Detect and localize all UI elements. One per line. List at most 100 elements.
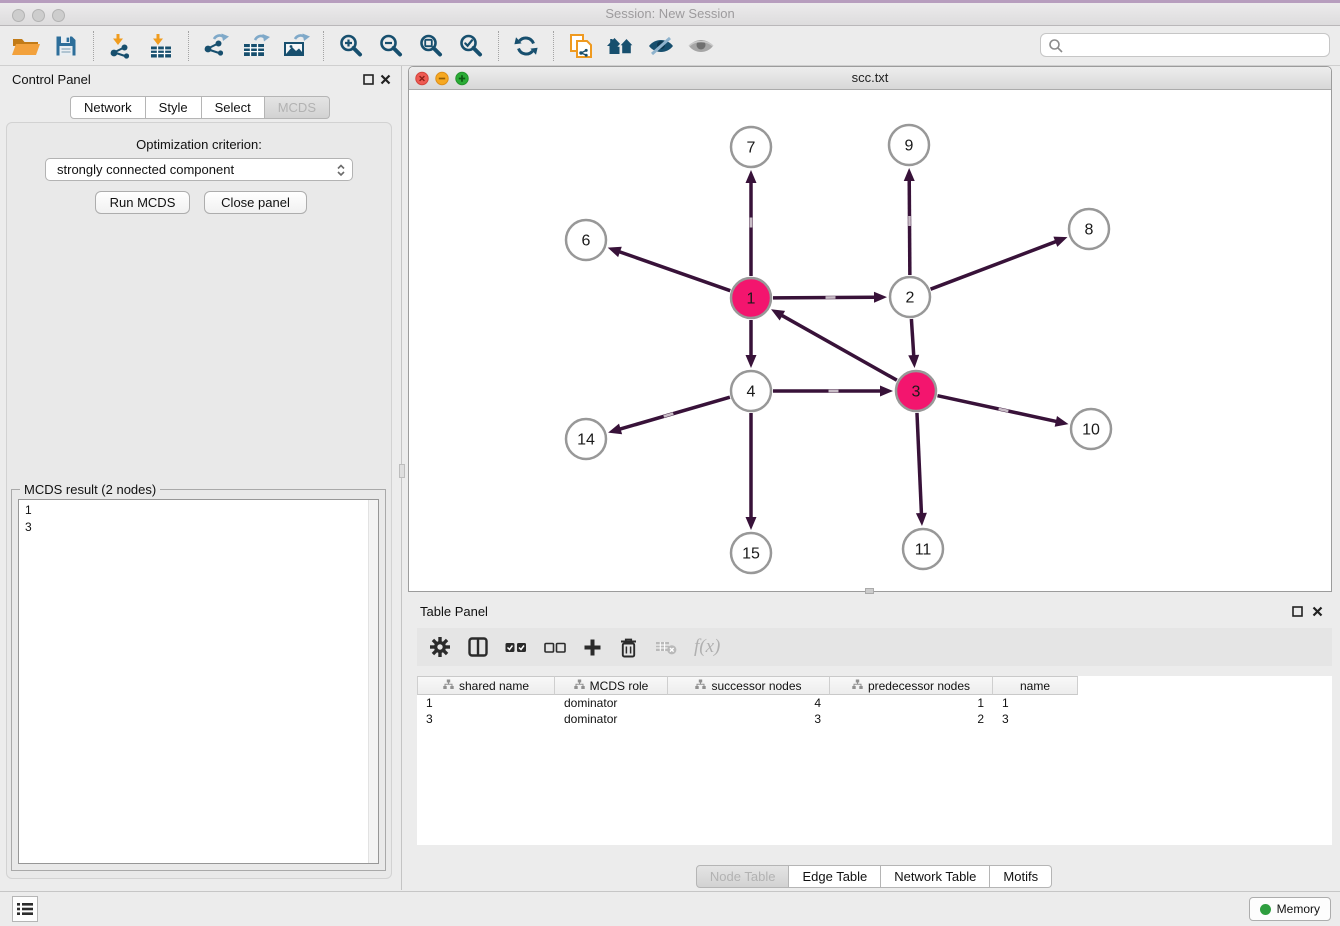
- graph-edge-3-11[interactable]: [916, 413, 927, 526]
- criterion-dropdown[interactable]: strongly connected component: [45, 158, 353, 181]
- graph-edge-2-8[interactable]: [931, 237, 1068, 290]
- table-cell[interactable]: 3: [417, 711, 555, 727]
- node-label: 4: [747, 384, 756, 401]
- zoom-fit-button[interactable]: [414, 29, 448, 63]
- table-cell[interactable]: dominator: [555, 695, 668, 711]
- graph-edge-4-3[interactable]: [773, 386, 893, 397]
- column-label: MCDS role: [590, 679, 649, 693]
- tab-network-table[interactable]: Network Table: [881, 865, 990, 888]
- add-column-button[interactable]: [583, 638, 602, 657]
- network-window-titlebar[interactable]: scc.txt: [409, 67, 1331, 90]
- column-label: predecessor nodes: [868, 679, 970, 693]
- graph-node-7[interactable]: 7: [731, 127, 771, 167]
- column-header-predecessor-nodes[interactable]: predecessor nodes: [830, 676, 993, 695]
- deselect-all-button[interactable]: [544, 641, 566, 654]
- houses-icon: [606, 34, 636, 58]
- canvas-resize-handle[interactable]: [865, 588, 874, 594]
- tab-edge-table[interactable]: Edge Table: [789, 865, 881, 888]
- graph-node-9[interactable]: 9: [889, 125, 929, 165]
- zoom-selected-button[interactable]: [454, 29, 488, 63]
- copy-document-button[interactable]: [564, 29, 598, 63]
- delete-column-button[interactable]: [619, 637, 638, 658]
- open-session-button[interactable]: [9, 29, 43, 63]
- refresh-button[interactable]: [509, 29, 543, 63]
- float-table-panel-button[interactable]: [1291, 605, 1304, 618]
- home-networks-button[interactable]: [604, 29, 638, 63]
- graph-node-8[interactable]: 8: [1069, 209, 1109, 249]
- show-all-button[interactable]: [684, 29, 718, 63]
- graph-node-2[interactable]: 2: [890, 277, 930, 317]
- column-header-successor-nodes[interactable]: successor nodes: [668, 676, 830, 695]
- graph-edge-3-1[interactable]: [771, 309, 897, 380]
- column-type-icon: [852, 679, 863, 690]
- table-row[interactable]: 1dominator411: [417, 695, 1332, 711]
- close-panel-button[interactable]: [379, 73, 392, 86]
- vertical-splitter-handle[interactable]: [399, 464, 405, 478]
- tab-node-table[interactable]: Node Table: [696, 865, 790, 888]
- table-cell[interactable]: 3: [668, 711, 830, 727]
- import-network-button[interactable]: [104, 29, 138, 63]
- column-header-mcds-role[interactable]: MCDS role: [555, 676, 668, 695]
- graph-edge-2-9[interactable]: [904, 168, 915, 275]
- graph-edge-4-14[interactable]: [608, 397, 730, 434]
- node-label: 3: [912, 384, 921, 401]
- graph-edge-2-3[interactable]: [908, 319, 919, 368]
- graph-edge-1-6[interactable]: [608, 247, 731, 291]
- tab-style[interactable]: Style: [146, 96, 202, 119]
- result-scrollbar[interactable]: [368, 500, 378, 863]
- tab-network[interactable]: Network: [70, 96, 146, 119]
- graph-edge-4-15[interactable]: [746, 413, 757, 530]
- tab-mcds[interactable]: MCDS: [265, 96, 330, 119]
- table-settings-button[interactable]: [429, 636, 451, 658]
- graph-node-1[interactable]: 1: [731, 278, 771, 318]
- graph-edge-1-2[interactable]: [773, 292, 887, 303]
- table-cell[interactable]: 1: [993, 695, 1078, 711]
- import-table-button[interactable]: [144, 29, 178, 63]
- search-input[interactable]: [1067, 35, 1327, 57]
- graph-node-14[interactable]: 14: [566, 419, 606, 459]
- export-image-icon: [282, 33, 310, 59]
- export-image-button[interactable]: [279, 29, 313, 63]
- zoom-out-button[interactable]: [374, 29, 408, 63]
- memory-button[interactable]: Memory: [1249, 897, 1331, 921]
- hide-selected-button[interactable]: [644, 29, 678, 63]
- select-all-button[interactable]: [505, 641, 527, 654]
- columns-icon: [468, 637, 488, 657]
- export-table-button[interactable]: [239, 29, 273, 63]
- close-panel-action-button[interactable]: Close panel: [204, 191, 307, 214]
- task-history-button[interactable]: [12, 896, 38, 922]
- graph-node-4[interactable]: 4: [731, 371, 771, 411]
- vertical-splitter[interactable]: [401, 66, 402, 890]
- graph-node-15[interactable]: 15: [731, 533, 771, 573]
- table-cell[interactable]: 2: [830, 711, 993, 727]
- graph-node-11[interactable]: 11: [903, 529, 943, 569]
- table-cell[interactable]: 3: [993, 711, 1078, 727]
- table-cell[interactable]: dominator: [555, 711, 668, 727]
- tab-motifs[interactable]: Motifs: [990, 865, 1052, 888]
- tab-select[interactable]: Select: [202, 96, 265, 119]
- function-builder-button[interactable]: f(x): [694, 636, 720, 658]
- table-cell[interactable]: 1: [830, 695, 993, 711]
- delete-table-button[interactable]: [655, 639, 677, 655]
- column-header-name[interactable]: name: [993, 676, 1078, 695]
- column-header-shared-name[interactable]: shared name: [417, 676, 555, 695]
- network-canvas[interactable]: 7 9 6 8 1 2 4 3 14 10 15 11: [409, 90, 1331, 592]
- table-cell[interactable]: 1: [417, 695, 555, 711]
- run-mcds-button[interactable]: Run MCDS: [95, 191, 190, 214]
- table-cell[interactable]: 4: [668, 695, 830, 711]
- save-session-button[interactable]: [49, 29, 83, 63]
- criterion-value: strongly connected component: [57, 162, 234, 177]
- close-table-panel-button[interactable]: [1311, 605, 1324, 618]
- graph-edge-3-10[interactable]: [937, 396, 1068, 427]
- float-panel-button[interactable]: [362, 73, 375, 86]
- graph-node-6[interactable]: 6: [566, 220, 606, 260]
- graph-edge-1-7[interactable]: [746, 170, 757, 276]
- graph-node-3[interactable]: 3: [896, 371, 936, 411]
- graph-edge-1-4[interactable]: [746, 320, 757, 368]
- show-columns-button[interactable]: [468, 637, 488, 657]
- mcds-result-text[interactable]: 1 3: [18, 499, 379, 864]
- graph-node-10[interactable]: 10: [1071, 409, 1111, 449]
- table-row[interactable]: 3dominator323: [417, 711, 1332, 727]
- zoom-in-button[interactable]: [334, 29, 368, 63]
- export-network-button[interactable]: [199, 29, 233, 63]
